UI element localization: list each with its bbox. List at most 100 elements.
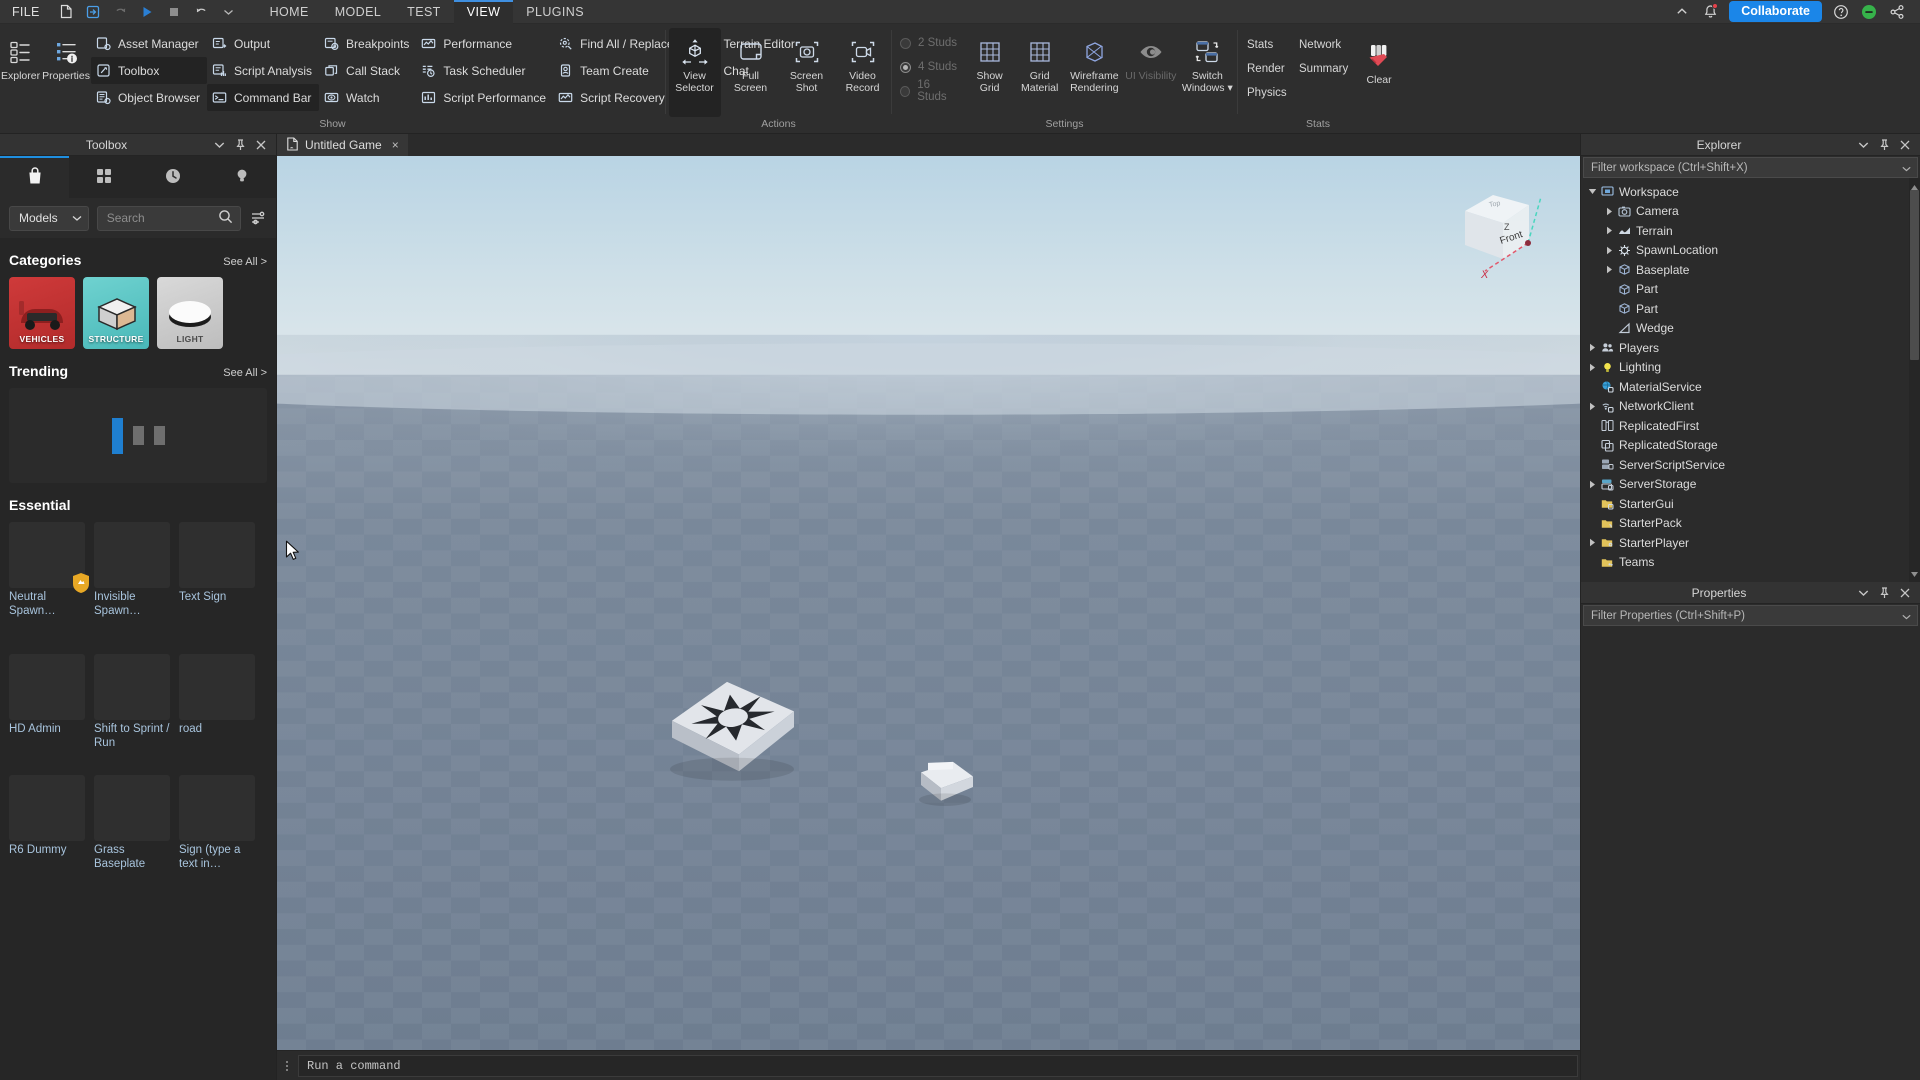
chevron-down-icon[interactable] [1857, 587, 1869, 599]
stud-option-4[interactable]: 4 Studs [900, 55, 959, 79]
explorer-scrollbar[interactable] [1909, 178, 1920, 582]
ribbon-button-full-screen[interactable]: Full Screen [725, 28, 777, 117]
explorer-tree[interactable]: Workspace Camera Terrain SpawnLocation Basep… [1581, 178, 1909, 582]
ribbon-button-grid-material[interactable]: Grid Material [1016, 28, 1064, 117]
ribbon-tab-test[interactable]: TEST [394, 0, 454, 24]
stats-button-stats[interactable]: Stats [1244, 39, 1296, 51]
expand-arrow-icon[interactable] [1585, 538, 1599, 547]
stats-button-network[interactable]: Network [1296, 39, 1349, 51]
ribbon-button-switch-windows[interactable]: Switch Windows ▾ [1179, 28, 1236, 117]
expand-arrow-icon[interactable] [1585, 363, 1599, 372]
explorer-filter-input[interactable]: Filter workspace (Ctrl+Shift+X) [1583, 157, 1918, 178]
ribbon-button-ui-visibility[interactable]: UI Visibility [1125, 28, 1177, 117]
stud-option-16[interactable]: 16 Studs [900, 79, 959, 103]
properties-filter-input[interactable]: Filter Properties (Ctrl+Shift+P) [1583, 605, 1918, 626]
explorer-tree-item[interactable]: Terrain [1581, 221, 1909, 241]
close-icon[interactable] [255, 139, 267, 151]
ribbon-item-performance[interactable]: Performance [416, 30, 553, 57]
ribbon-button-clear[interactable]: Clear [1361, 28, 1397, 117]
chevron-down-icon[interactable] [1902, 608, 1911, 623]
collapse-arrow-icon[interactable] [1585, 188, 1599, 195]
explorer-tree-item[interactable]: ServerScriptService [1581, 455, 1909, 475]
expand-arrow-icon[interactable] [1602, 207, 1616, 216]
categories-see-all-link[interactable]: See All > [223, 256, 267, 268]
ribbon-button-wireframe-rendering[interactable]: Wireframe Rendering [1066, 28, 1123, 117]
explorer-tree-item[interactable]: Part [1581, 299, 1909, 319]
chevron-down-icon[interactable] [1857, 139, 1869, 151]
import-icon[interactable] [81, 1, 106, 23]
explorer-tree-item[interactable]: NetworkClient [1581, 397, 1909, 417]
essential-item[interactable]: Neutral Spawn… [9, 522, 89, 618]
category-card-vehicles[interactable]: VEHICLES [9, 277, 75, 349]
expand-arrow-icon[interactable] [1602, 226, 1616, 235]
ribbon-item-toolbox[interactable]: Toolbox [90, 57, 207, 84]
trending-see-all-link[interactable]: See All > [223, 367, 267, 379]
search-icon[interactable] [218, 209, 233, 227]
stop-icon[interactable] [162, 1, 187, 23]
pin-icon[interactable] [1878, 586, 1890, 599]
explorer-tree-item[interactable]: Baseplate [1581, 260, 1909, 280]
3d-viewport[interactable]: Top Z Front X [277, 156, 1580, 1050]
explorer-tree-item[interactable]: Workspace [1581, 182, 1909, 202]
chevron-up-icon[interactable] [1673, 3, 1691, 21]
ribbon-item-asset-manager[interactable]: Asset Manager [91, 30, 207, 57]
ribbon-button-video-record[interactable]: Video Record [837, 28, 889, 117]
essential-item[interactable]: road [179, 654, 255, 750]
status-online-icon[interactable] [1860, 3, 1878, 21]
undo-dropdown-icon[interactable] [216, 1, 241, 23]
scrollbar-thumb[interactable] [1910, 190, 1919, 360]
new-file-icon[interactable] [54, 1, 79, 23]
close-icon[interactable]: × [392, 138, 399, 152]
properties-body[interactable] [1581, 626, 1920, 1080]
stats-button-render[interactable]: Render [1244, 63, 1296, 75]
explorer-tree-item[interactable]: StarterGui [1581, 494, 1909, 514]
undo-icon[interactable] [189, 1, 214, 23]
ribbon-tab-model[interactable]: MODEL [322, 0, 394, 24]
help-icon[interactable] [1832, 3, 1850, 21]
game-tab-untitled-game[interactable]: Untitled Game × [277, 134, 409, 156]
collaborate-button[interactable]: Collaborate [1729, 1, 1822, 22]
chevron-down-icon[interactable]: ▾ [1228, 82, 1233, 94]
play-icon[interactable] [135, 1, 160, 23]
scroll-down-arrow-icon[interactable] [1910, 566, 1919, 581]
expand-arrow-icon[interactable] [1585, 480, 1599, 489]
ribbon-button-properties[interactable]: Properties [42, 28, 90, 117]
toolbox-search-input[interactable]: Search [96, 205, 241, 231]
ribbon-tab-home[interactable]: HOME [257, 0, 322, 24]
explorer-tree-item[interactable]: SpawnLocation [1581, 241, 1909, 261]
stats-button-physics[interactable]: Physics [1244, 87, 1296, 99]
explorer-tree-item[interactable]: StarterPack [1581, 514, 1909, 534]
essential-item[interactable]: Invisible Spawn… [94, 522, 170, 618]
redo-icon[interactable] [108, 1, 133, 23]
chevron-down-icon[interactable] [213, 139, 225, 151]
explorer-tree-item[interactable]: MaterialService [1581, 377, 1909, 397]
explorer-tree-item[interactable]: Part [1581, 280, 1909, 300]
toolbox-tab-creator[interactable] [207, 156, 276, 198]
filter-sliders-icon[interactable] [249, 209, 267, 227]
stud-option-2[interactable]: 2 Studs [900, 31, 959, 55]
ribbon-item-breakpoints[interactable]: Breakpoints [319, 30, 416, 57]
close-icon[interactable] [1899, 139, 1911, 151]
ribbon-button-view-selector[interactable]: View Selector [668, 28, 721, 117]
command-bar-drag-handle[interactable] [281, 1060, 293, 1071]
ribbon-tab-plugins[interactable]: PLUGINS [513, 0, 597, 24]
pin-icon[interactable] [234, 138, 246, 151]
explorer-tree-item[interactable]: Lighting [1581, 358, 1909, 378]
ribbon-tab-view[interactable]: VIEW [453, 0, 514, 24]
expand-arrow-icon[interactable] [1602, 246, 1616, 255]
explorer-tree-item[interactable]: ReplicatedStorage [1581, 436, 1909, 456]
toolbox-tab-recent[interactable] [138, 156, 207, 198]
ribbon-button-show-grid[interactable]: Show Grid [966, 28, 1014, 117]
expand-arrow-icon[interactable] [1602, 265, 1616, 274]
toolbox-content[interactable]: Categories See All > VEHICLES STRUCTURE [0, 238, 276, 1080]
toolbox-category-dropdown[interactable]: Models [9, 205, 89, 231]
notification-bell-icon[interactable] [1701, 2, 1719, 21]
explorer-tree-item[interactable]: Teams [1581, 553, 1909, 573]
ribbon-item-script-analysis[interactable]: Script Analysis [207, 57, 319, 84]
toolbox-tab-inventory[interactable] [69, 156, 138, 198]
essential-item[interactable]: Grass Baseplate [94, 775, 170, 871]
essential-item[interactable]: R6 Dummy [9, 775, 85, 871]
ribbon-item-call-stack[interactable]: Call Stack [319, 57, 416, 84]
ribbon-item-command-bar[interactable]: Command Bar [207, 84, 320, 111]
ribbon-item-task-scheduler[interactable]: Task Scheduler [416, 57, 553, 84]
